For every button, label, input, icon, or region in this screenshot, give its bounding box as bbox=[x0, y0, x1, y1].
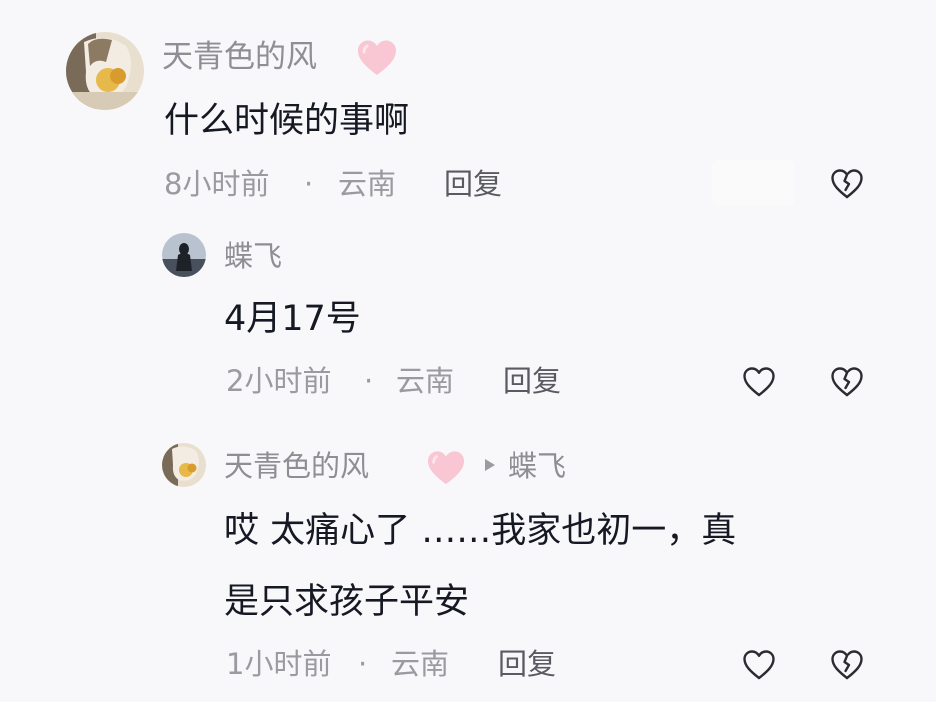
comment-location: 云南 bbox=[396, 364, 455, 398]
pink-heart-icon bbox=[425, 449, 467, 487]
dislike-heart-icon[interactable] bbox=[830, 168, 864, 200]
avatar-image bbox=[66, 32, 144, 110]
reply-button[interactable]: 回复 bbox=[498, 650, 556, 679]
comment-location: 云南 bbox=[338, 167, 397, 201]
dislike-heart-icon[interactable] bbox=[830, 366, 864, 398]
comment-text: 4月17号 bbox=[224, 299, 361, 339]
comment-author[interactable]: 天青色的风 bbox=[162, 42, 317, 73]
comment-time: 1小时前 bbox=[226, 647, 332, 681]
like-heart-icon[interactable] bbox=[742, 649, 776, 681]
avatar-image bbox=[162, 233, 206, 277]
avatar-image bbox=[162, 443, 206, 487]
like-heart-icon[interactable] bbox=[742, 366, 776, 398]
comment-time: 8小时前 bbox=[164, 167, 270, 201]
meta-separator: · bbox=[364, 364, 374, 398]
comment-text-line2: 是只求孩子平安 bbox=[224, 582, 470, 622]
comment-text-line1: 哎 太痛心了 ……我家也初一，真 bbox=[224, 511, 737, 551]
comment-author[interactable]: 天青色的风 bbox=[224, 452, 369, 481]
comment-location: 云南 bbox=[391, 647, 450, 681]
meta-separator: · bbox=[304, 167, 314, 201]
dislike-heart-icon[interactable] bbox=[830, 649, 864, 681]
pink-heart-icon bbox=[355, 38, 399, 78]
reply-button[interactable]: 回复 bbox=[503, 367, 561, 396]
avatar[interactable] bbox=[162, 443, 206, 487]
reply-button[interactable]: 回复 bbox=[444, 170, 502, 199]
comment-thread: 天青色的风 什么时候的事啊 8小时前 · 云南 回复 蝶飞 4月17号 2小时前… bbox=[0, 0, 936, 702]
avatar[interactable] bbox=[162, 233, 206, 277]
blurred-area bbox=[712, 160, 794, 206]
meta-separator: · bbox=[358, 647, 368, 681]
comment-text: 什么时候的事啊 bbox=[164, 101, 410, 141]
reply-to-author[interactable]: 蝶飞 bbox=[508, 452, 566, 481]
avatar[interactable] bbox=[66, 32, 144, 110]
reply-to-arrow-icon bbox=[485, 459, 495, 471]
comment-author[interactable]: 蝶飞 bbox=[224, 242, 282, 271]
comment-time: 2小时前 bbox=[226, 364, 332, 398]
